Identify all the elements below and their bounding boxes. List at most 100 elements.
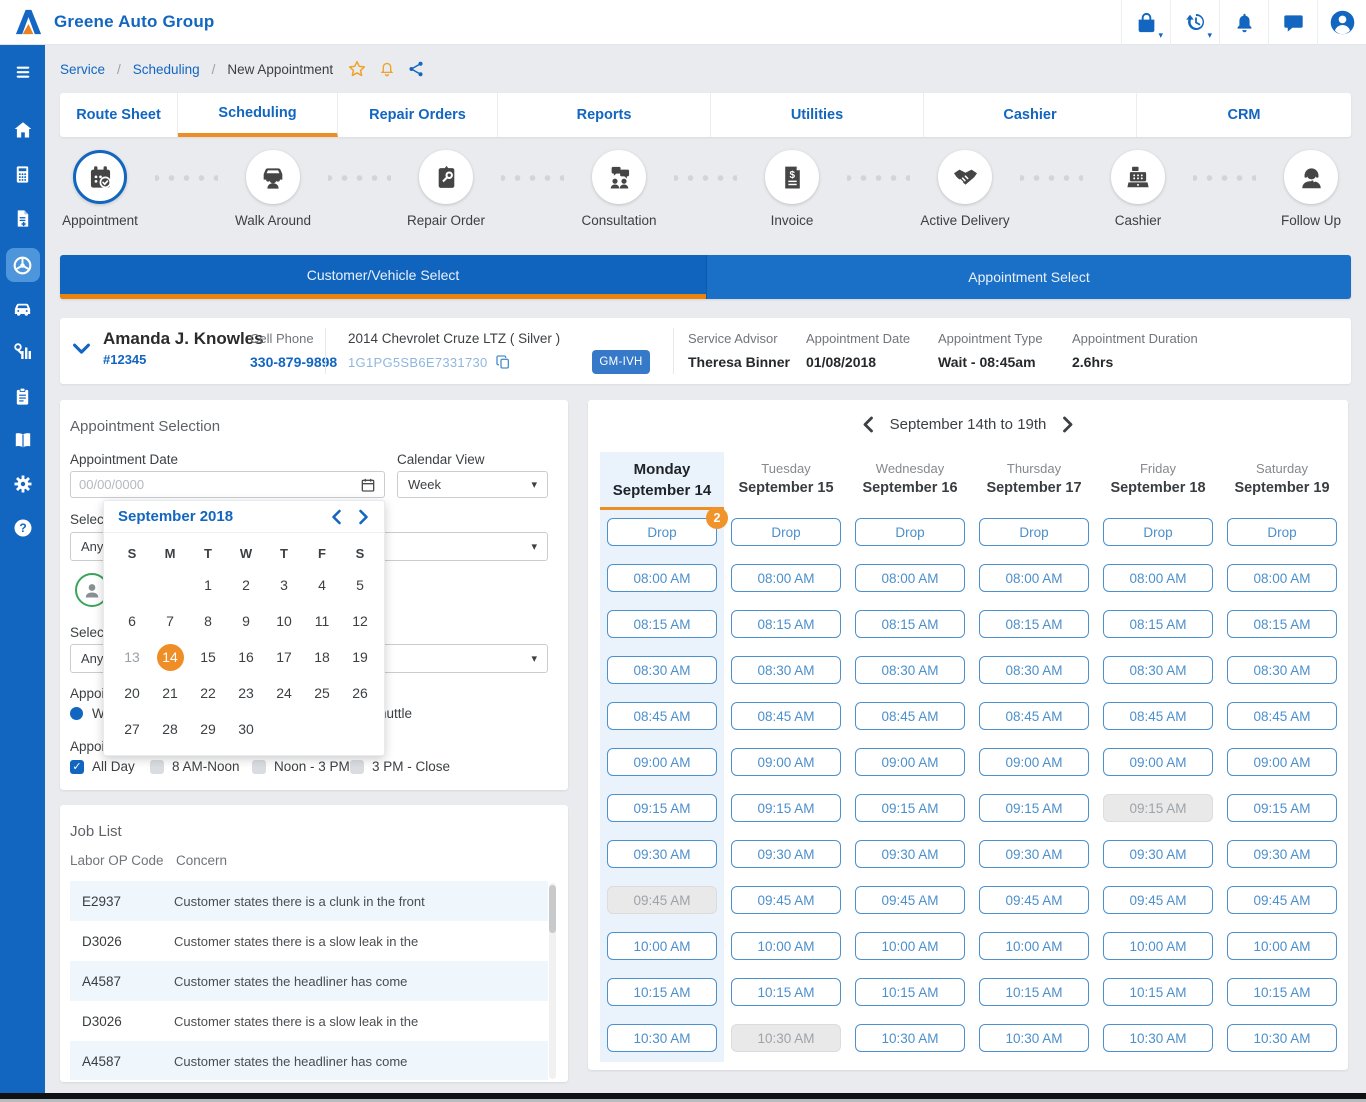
- date-cell[interactable]: 23: [227, 675, 265, 711]
- date-cell[interactable]: 25: [303, 675, 341, 711]
- time-slot-button[interactable]: 08:45 AM: [1103, 702, 1213, 730]
- time-slot-button[interactable]: 09:30 AM: [1103, 840, 1213, 868]
- parts-bag-icon[interactable]: ▾: [1121, 0, 1170, 45]
- time-slot-button[interactable]: 09:15 AM: [731, 794, 841, 822]
- time-slot-button[interactable]: 09:30 AM: [855, 840, 965, 868]
- date-cell[interactable]: 17: [265, 639, 303, 675]
- time-slot-button[interactable]: 09:00 AM: [1103, 748, 1213, 776]
- time-slot-button[interactable]: 09:15 AM: [607, 794, 717, 822]
- date-cell[interactable]: 30: [227, 711, 265, 747]
- menu-icon[interactable]: [8, 58, 38, 86]
- tab-utilities[interactable]: Utilities: [711, 93, 924, 137]
- scrollbar-thumb[interactable]: [549, 885, 556, 933]
- time-slot-button[interactable]: 09:00 AM: [607, 748, 717, 776]
- step-appointment[interactable]: Appointment: [45, 150, 155, 228]
- prev-month-icon[interactable]: [330, 509, 343, 525]
- date-cell[interactable]: 11: [303, 603, 341, 639]
- time-slot-button[interactable]: 09:30 AM: [979, 840, 1089, 868]
- new-document-icon[interactable]: [8, 204, 38, 232]
- breadcrumb-scheduling[interactable]: Scheduling: [133, 62, 200, 77]
- home-icon[interactable]: [8, 116, 38, 144]
- date-cell[interactable]: 2: [227, 567, 265, 603]
- alert-bell-icon[interactable]: [378, 60, 396, 78]
- time-slot-button[interactable]: 08:30 AM: [855, 656, 965, 684]
- copy-icon[interactable]: [495, 354, 511, 370]
- job-row[interactable]: D3026 Customer states there is a slow lea…: [70, 921, 548, 961]
- time-slot-button[interactable]: 09:45 AM: [855, 886, 965, 914]
- time-slot-button[interactable]: 08:15 AM: [1227, 610, 1337, 638]
- drop-button[interactable]: Drop: [855, 518, 965, 546]
- time-slot-button[interactable]: 08:00 AM: [607, 564, 717, 592]
- time-slot-button[interactable]: 10:30 AM: [1227, 1024, 1337, 1052]
- time-slot-button[interactable]: 08:45 AM: [607, 702, 717, 730]
- time-slot-button[interactable]: 09:30 AM: [731, 840, 841, 868]
- step-consultation[interactable]: Consultation: [564, 150, 674, 228]
- time-slot-button[interactable]: 08:15 AM: [979, 610, 1089, 638]
- date-cell[interactable]: 5: [341, 567, 379, 603]
- time-slot-button[interactable]: 09:45 AM: [1227, 886, 1337, 914]
- date-cell[interactable]: 10: [265, 603, 303, 639]
- time-slot-button[interactable]: 09:45 AM: [979, 886, 1089, 914]
- step-walk-around[interactable]: Walk Around: [218, 150, 328, 228]
- date-cell[interactable]: 7: [151, 603, 189, 639]
- time-slot-button[interactable]: 08:45 AM: [979, 702, 1089, 730]
- time-slot-button[interactable]: 10:00 AM: [979, 932, 1089, 960]
- calendar-icon[interactable]: [360, 477, 384, 493]
- time-slot-button[interactable]: 08:00 AM: [979, 564, 1089, 592]
- time-slot-button[interactable]: 09:15 AM: [979, 794, 1089, 822]
- calculator-icon[interactable]: [8, 160, 38, 188]
- time-slot-button[interactable]: 10:15 AM: [607, 978, 717, 1006]
- breadcrumb-service[interactable]: Service: [60, 62, 105, 77]
- date-cell[interactable]: 15: [189, 639, 227, 675]
- radio-selected-icon[interactable]: [70, 707, 83, 720]
- time-slot-button[interactable]: 08:30 AM: [607, 656, 717, 684]
- checkbox-8am-noon[interactable]: 8 AM-Noon: [150, 759, 240, 774]
- time-slot-button[interactable]: 10:00 AM: [731, 932, 841, 960]
- checkbox-all-day[interactable]: ✓ All Day: [70, 759, 135, 774]
- time-slot-button[interactable]: 08:15 AM: [1103, 610, 1213, 638]
- time-slot-button[interactable]: 10:15 AM: [979, 978, 1089, 1006]
- history-icon[interactable]: ▾: [1170, 0, 1219, 45]
- date-cell[interactable]: 4: [303, 567, 341, 603]
- date-cell[interactable]: 12: [341, 603, 379, 639]
- time-slot-button[interactable]: 09:00 AM: [731, 748, 841, 776]
- time-slot-button[interactable]: 09:00 AM: [1227, 748, 1337, 776]
- time-slot-button[interactable]: 10:15 AM: [1227, 978, 1337, 1006]
- day-header[interactable]: Tuesday September 15: [724, 452, 848, 510]
- date-cell[interactable]: 1: [189, 567, 227, 603]
- time-slot-button[interactable]: 09:45 AM: [1103, 886, 1213, 914]
- time-slot-button[interactable]: 08:45 AM: [731, 702, 841, 730]
- time-slot-button[interactable]: 08:15 AM: [607, 610, 717, 638]
- next-week-icon[interactable]: [1062, 416, 1074, 433]
- job-row[interactable]: D3026 Customer states there is a slow lea…: [70, 1001, 548, 1041]
- date-cell[interactable]: 16: [227, 639, 265, 675]
- time-slot-button[interactable]: 10:15 AM: [1103, 978, 1213, 1006]
- time-slot-button[interactable]: 10:00 AM: [1227, 932, 1337, 960]
- time-slot-button[interactable]: 10:30 AM: [855, 1024, 965, 1052]
- clipboard-icon[interactable]: [8, 382, 38, 410]
- calendar-view-select[interactable]: Week: [397, 471, 548, 498]
- time-slot-button[interactable]: 09:00 AM: [855, 748, 965, 776]
- tab-crm[interactable]: CRM: [1137, 93, 1351, 137]
- date-cell[interactable]: 29: [189, 711, 227, 747]
- date-cell[interactable]: 8: [189, 603, 227, 639]
- tab-route-sheet[interactable]: Route Sheet: [60, 93, 178, 137]
- time-slot-button[interactable]: 10:15 AM: [731, 978, 841, 1006]
- day-header[interactable]: Friday September 18: [1096, 452, 1220, 510]
- time-slot-button[interactable]: 09:30 AM: [607, 840, 717, 868]
- tab-reports[interactable]: Reports: [498, 93, 711, 137]
- notifications-icon[interactable]: [1219, 0, 1268, 45]
- time-slot-button[interactable]: 08:45 AM: [855, 702, 965, 730]
- date-cell[interactable]: 6: [113, 603, 151, 639]
- settings-gear-icon[interactable]: [8, 470, 38, 498]
- time-slot-button[interactable]: 10:15 AM: [855, 978, 965, 1006]
- checkbox-noon-3pm[interactable]: Noon - 3 PM: [252, 759, 350, 774]
- time-slot-button[interactable]: 08:30 AM: [979, 656, 1089, 684]
- favorite-star-icon[interactable]: [347, 59, 367, 79]
- time-slot-button[interactable]: 08:00 AM: [1103, 564, 1213, 592]
- date-cell[interactable]: 22: [189, 675, 227, 711]
- brand-logo-icon[interactable]: [13, 7, 44, 38]
- account-icon[interactable]: [1317, 0, 1366, 45]
- time-slot-button[interactable]: 10:00 AM: [1103, 932, 1213, 960]
- appointment-select-tab[interactable]: Appointment Select: [706, 255, 1351, 299]
